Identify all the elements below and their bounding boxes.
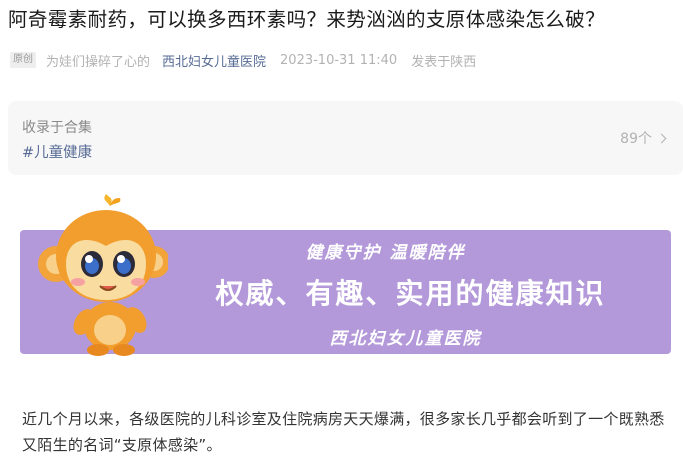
- article-meta: 原创 为娃们操碎了心的 西北妇女儿童医院 2023-10-31 11:40 发表…: [10, 51, 477, 70]
- publish-time: 2023-10-31 11:40: [280, 52, 398, 68]
- account-link[interactable]: 西北妇女儿童医院: [162, 51, 266, 70]
- collection-count[interactable]: 89个: [620, 128, 667, 148]
- collection-count-text: 89个: [620, 131, 652, 147]
- collection-label: 收录于合集: [22, 120, 92, 136]
- publish-location: 发表于陕西: [411, 54, 477, 70]
- article-page: 阿奇霉素耐药，可以换多西环素吗？来势汹汹的支原体感染怎么破？ 原创 为娃们操碎了…: [0, 0, 683, 465]
- chevron-right-icon: [656, 133, 667, 143]
- author-name: 为娃们操碎了心的: [46, 54, 151, 70]
- collection-tag-link[interactable]: #儿童健康: [22, 141, 92, 162]
- collection-card[interactable]: 收录于合集 #儿童健康 89个: [8, 101, 683, 175]
- article-paragraph: 近几个月以来，各级医院的儿科诊室及住院病房天天爆满，很多家长几乎都会听到了一个既…: [22, 410, 665, 454]
- orange-monkey-mascot-icon: [38, 194, 168, 356]
- article-title: 阿奇霉素耐药，可以换多西环素吗？来势汹汹的支原体感染怎么破？: [8, 8, 606, 31]
- original-badge: 原创: [10, 52, 36, 68]
